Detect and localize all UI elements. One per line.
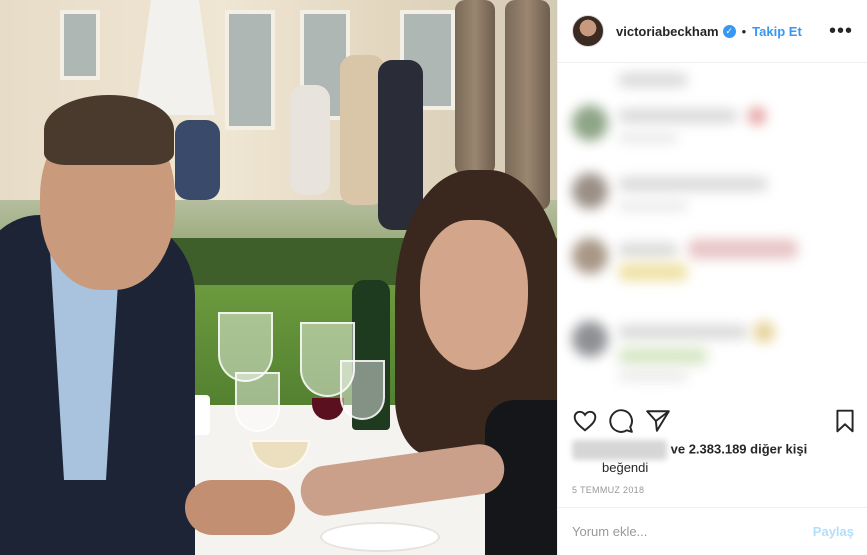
follow-button[interactable]: Takip Et: [752, 24, 802, 39]
post-header: victoriabeckham ✓ • Takip Et •••: [558, 0, 867, 63]
building-window: [225, 10, 275, 130]
liked-label: beğendi: [602, 460, 649, 475]
comment-input[interactable]: [572, 524, 813, 539]
water-glass: [340, 360, 385, 420]
blurred-emoji: [618, 347, 708, 365]
palm-trunk: [455, 0, 495, 175]
post-actions-bar: [558, 408, 867, 438]
paper-plane-icon[interactable]: [645, 408, 671, 434]
blurred-emoji: [688, 239, 798, 259]
blurred-commenter-avatar: [572, 105, 608, 141]
blurred-comment-line: [618, 325, 748, 339]
hands: [185, 480, 295, 535]
woman-face: [420, 220, 528, 370]
bookmark-icon[interactable]: [832, 408, 858, 434]
blurred-emoji: [618, 263, 688, 281]
comments-list-blurred: [558, 63, 867, 398]
comment-icon[interactable]: [608, 408, 634, 434]
background-person: [175, 120, 220, 200]
blurred-comment-meta: [618, 133, 678, 143]
building-window: [60, 10, 100, 80]
avatar[interactable]: [572, 15, 604, 47]
water-glass: [235, 372, 280, 432]
separator-dot: •: [741, 23, 747, 39]
blurred-emoji: [753, 321, 775, 343]
background-person: [290, 85, 330, 195]
comment-form: Paylaş: [558, 507, 867, 555]
blurred-comment-line: [618, 177, 768, 191]
post-comment-button[interactable]: Paylaş: [813, 524, 854, 539]
more-options-icon[interactable]: •••: [829, 21, 853, 41]
blurred-comment-line: [618, 243, 678, 257]
blurred-comment-line: [618, 73, 688, 87]
post-photo[interactable]: [0, 0, 557, 555]
plate: [320, 522, 440, 552]
blurred-commenter-avatar: [572, 321, 608, 357]
post-sidebar: victoriabeckham ✓ • Takip Et ••• ve 2.38…: [557, 0, 867, 555]
blurred-commenter-avatar: [572, 238, 608, 274]
heart-icon[interactable]: [572, 408, 598, 434]
blurred-liker-name: [572, 440, 667, 460]
blurred-comment-meta: [618, 371, 688, 381]
likes-summary: ve 2.383.189 diğer kişi beğendi: [572, 440, 862, 475]
blurred-comment-meta: [618, 201, 688, 211]
blurred-emoji: [748, 107, 766, 125]
man-hair: [44, 95, 174, 165]
post-date[interactable]: 5 TEMMUZ 2018: [572, 485, 644, 495]
username-link[interactable]: victoriabeckham: [616, 24, 719, 39]
background-person: [378, 60, 423, 230]
likes-count-link[interactable]: ve 2.383.189 diğer kişi: [671, 441, 808, 456]
verified-badge-icon: ✓: [722, 24, 736, 38]
blurred-comment-line: [618, 109, 738, 123]
blurred-commenter-avatar: [572, 173, 608, 209]
